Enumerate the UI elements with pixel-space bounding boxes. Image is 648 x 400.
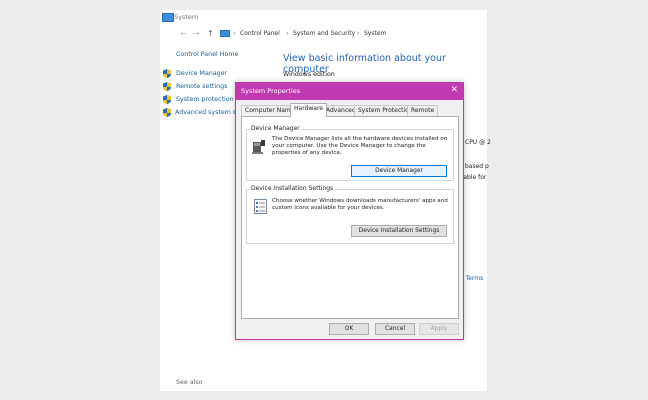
system-icon (162, 13, 174, 22)
dialog-title: System Properties (241, 87, 301, 95)
device-installation-description: Choose whether Windows downloads manufac… (272, 198, 448, 211)
see-also-heading: See also (176, 379, 203, 386)
system-type-text: based p (465, 163, 489, 170)
device-manager-description: The Device Manager lists all the hardwar… (272, 136, 448, 156)
apply-button[interactable]: Apply (419, 323, 459, 335)
tab-hardware[interactable]: Hardware (290, 103, 327, 117)
cpu-text: CPU @ 2 (465, 139, 491, 146)
cancel-button[interactable]: Cancel (375, 323, 415, 335)
breadcrumb-separator-icon: › (286, 29, 289, 37)
device-installation-group: Device Installation Settings Choose whet… (246, 185, 454, 244)
device-manager-icon (252, 140, 265, 154)
control-panel-icon (220, 30, 230, 37)
device-manager-group: Device Manager The Device Manager lists … (246, 125, 454, 181)
breadcrumb-control-panel[interactable]: Control Panel (240, 30, 280, 37)
dialog-titlebar: System Properties ✕ (236, 83, 463, 100)
back-arrow-icon[interactable]: ← (180, 29, 187, 38)
sidebar-item-label: System protection (176, 96, 234, 103)
forward-arrow-icon[interactable]: → (193, 29, 200, 38)
tab-remote[interactable]: Remote (407, 105, 439, 116)
sidebar-item-label: Device Manager (176, 70, 228, 77)
address-bar: ← → ↑ › Control Panel › System and Secur… (160, 27, 487, 41)
shield-icon (163, 108, 171, 117)
breadcrumb-separator-icon: › (357, 29, 360, 37)
device-installation-heading: Device Installation Settings (250, 185, 335, 192)
device-manager-heading: Device Manager (250, 125, 301, 132)
system-properties-dialog: System Properties ✕ Computer Name Hardwa… (235, 82, 464, 340)
sidebar-item-label: Remote settings (176, 83, 228, 90)
shield-icon (163, 95, 171, 104)
device-manager-button[interactable]: Device Manager (351, 165, 447, 177)
breadcrumb-separator-icon: › (233, 29, 236, 37)
breadcrumb-system-security[interactable]: System and Security (293, 30, 355, 37)
up-arrow-icon[interactable]: ↑ (207, 29, 214, 38)
windows-edition-heading: Windows edition (283, 71, 335, 78)
window-titlebar: System (160, 10, 487, 27)
hardware-tab-panel: Device Manager The Device Manager lists … (241, 116, 459, 319)
breadcrumb-system[interactable]: System (364, 30, 386, 37)
device-installation-icon (254, 199, 267, 214)
control-panel-home-link[interactable]: Control Panel Home (176, 51, 238, 58)
window-title: System (174, 13, 199, 21)
device-installation-settings-button[interactable]: Device Installation Settings (351, 225, 447, 237)
sidebar-item-device-manager[interactable]: Device Manager (163, 69, 258, 78)
ok-button[interactable]: OK (329, 323, 369, 335)
shield-icon (163, 69, 171, 78)
shield-icon (163, 82, 171, 91)
close-icon[interactable]: ✕ (450, 85, 458, 95)
